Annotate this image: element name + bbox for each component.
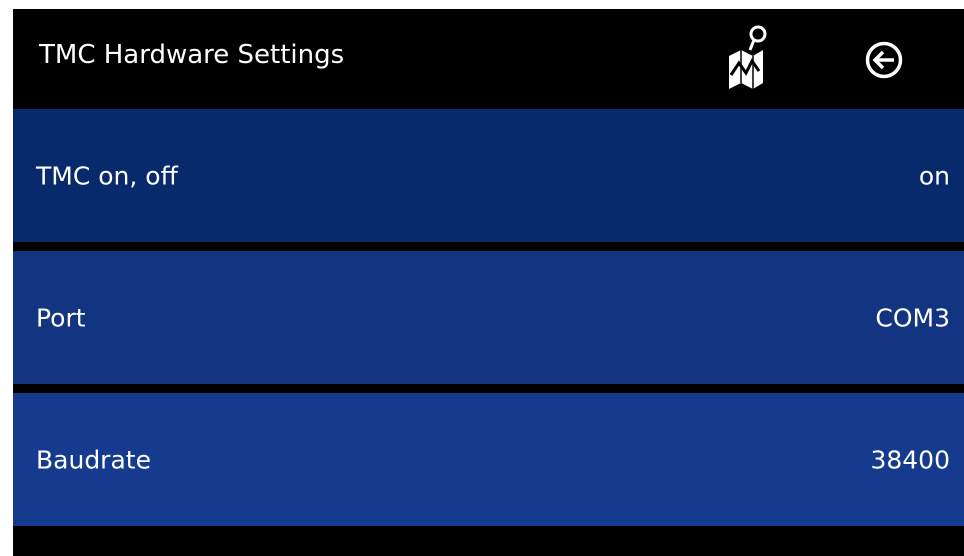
- setting-value: COM3: [875, 303, 950, 332]
- map-button[interactable]: [719, 23, 769, 93]
- back-button[interactable]: [864, 40, 904, 80]
- setting-value: on: [918, 161, 950, 190]
- setting-label: Port: [36, 303, 86, 332]
- header-bar: TMC Hardware Settings: [13, 9, 964, 109]
- page-title: TMC Hardware Settings: [39, 40, 345, 70]
- setting-label: Baudrate: [36, 445, 151, 474]
- setting-row-baudrate[interactable]: Baudrate 38400: [13, 393, 964, 526]
- setting-value: 38400: [870, 445, 950, 474]
- back-arrow-icon: [865, 41, 903, 79]
- setting-row-tmc[interactable]: TMC on, off on: [13, 109, 964, 242]
- map-pin-icon: [729, 25, 767, 89]
- setting-label: TMC on, off: [36, 161, 178, 190]
- settings-screen: TMC Hardware Settings TMC on, off on Por…: [13, 9, 964, 556]
- setting-row-port[interactable]: Port COM3: [13, 251, 964, 384]
